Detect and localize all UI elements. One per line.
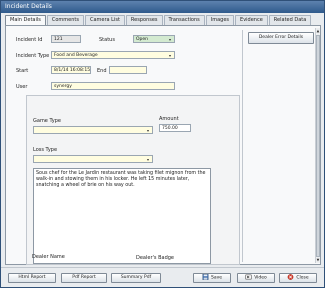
video-icon	[245, 274, 252, 279]
user-field[interactable]: synergy	[51, 82, 175, 90]
dealers-badge-label: Dealer's Badge	[136, 255, 174, 261]
status-label: Status	[99, 37, 115, 43]
end-label: End	[97, 68, 107, 74]
dealer-error-details-button[interactable]: Dealer Error Details	[248, 32, 314, 44]
details-group: Game Type ▾ Amount 750.00 Loss Type ▾ So…	[26, 95, 240, 265]
dropdown-arrow-icon: ▾	[146, 157, 149, 162]
incident-details-window: Incident Details Main Details Comments C…	[0, 0, 325, 288]
tab-responses[interactable]: Responses	[125, 15, 163, 25]
dropdown-arrow-icon: ▾	[146, 128, 149, 133]
incident-type-dropdown[interactable]: Food and Beverage ▾	[51, 51, 175, 59]
loss-type-dropdown[interactable]: ▾	[33, 155, 153, 163]
start-label: Start	[16, 68, 29, 74]
vertical-scrollbar[interactable]: ▲ ▼	[315, 28, 320, 263]
end-field[interactable]	[109, 66, 147, 74]
scroll-up-icon[interactable]: ▲	[316, 28, 320, 34]
summary-pdf-button[interactable]: Summary Pdf	[111, 273, 161, 283]
tab-strip: Main Details Comments Camera List Respon…	[5, 15, 312, 26]
description-textarea[interactable]: Sous chef for the Le Jardin restaurant w…	[33, 168, 211, 264]
save-button[interactable]: Save	[193, 273, 231, 283]
right-sidebar: Dealer Error Details	[242, 30, 317, 262]
tab-camera-list[interactable]: Camera List	[84, 15, 125, 25]
save-label: Save	[210, 275, 223, 281]
dealer-name-label: Dealer Name	[32, 254, 65, 260]
save-icon	[202, 273, 209, 280]
tab-comments[interactable]: Comments	[46, 15, 84, 25]
close-label: Close	[296, 275, 309, 281]
dropdown-arrow-icon: ▾	[168, 53, 171, 58]
incident-id-label: Incident Id	[16, 37, 43, 43]
status-value: Open	[136, 37, 149, 42]
main-details-panel: Incident Id 121 Status Open ▾ Incident T…	[5, 25, 321, 265]
amount-field[interactable]: 750.00	[159, 124, 191, 132]
tab-evidence[interactable]: Evidence	[235, 15, 268, 25]
close-icon	[288, 273, 294, 280]
close-button[interactable]: Close	[279, 273, 317, 283]
scrollbar-thumb[interactable]	[316, 35, 320, 257]
tab-images[interactable]: Images	[205, 15, 235, 25]
bottom-button-bar: Html Report Pdf Report Summary Pdf Save …	[1, 267, 324, 287]
user-label: User	[16, 84, 28, 90]
game-type-label: Game Type	[33, 118, 61, 124]
tab-related-data[interactable]: Related Data	[268, 15, 312, 25]
tab-transactions[interactable]: Transactions	[163, 15, 205, 25]
status-dropdown[interactable]: Open ▾	[133, 35, 175, 43]
incident-id-field[interactable]: 121	[51, 35, 81, 43]
html-report-button[interactable]: Html Report	[8, 273, 56, 283]
video-button[interactable]: Video	[237, 273, 275, 283]
amount-label: Amount	[159, 116, 179, 122]
start-field[interactable]: 8/1/14 16:08:15	[51, 66, 91, 74]
game-type-dropdown[interactable]: ▾	[33, 126, 153, 134]
window-title: Incident Details	[1, 1, 324, 13]
pdf-report-button[interactable]: Pdf Report	[61, 273, 107, 283]
loss-type-label: Loss Type	[33, 147, 58, 153]
scroll-down-icon[interactable]: ▼	[316, 257, 320, 263]
dropdown-arrow-icon: ▾	[168, 37, 171, 42]
video-label: Video	[254, 275, 267, 281]
incident-type-label: Incident Type	[16, 53, 50, 59]
incident-type-value: Food and Beverage	[54, 53, 98, 58]
